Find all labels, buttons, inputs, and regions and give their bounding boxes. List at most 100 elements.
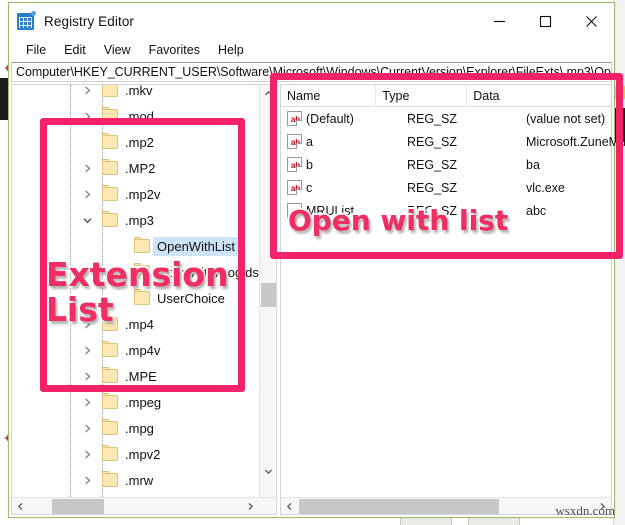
tree-hscrollbar-thumb[interactable] <box>52 499 104 514</box>
cell-type: REG_SZ <box>407 111 458 126</box>
column-header-type[interactable]: Type <box>376 85 468 107</box>
tree-item-mpeg[interactable]: .mpeg <box>12 389 259 415</box>
values-hscrollbar-thumb[interactable] <box>299 499 499 514</box>
folder-icon <box>102 107 118 123</box>
watermark: wsxdn.com <box>555 503 615 518</box>
scroll-down-arrow-icon[interactable] <box>260 463 277 480</box>
close-button[interactable] <box>568 3 614 39</box>
folder-icon <box>102 315 118 331</box>
menu-item-edit[interactable]: Edit <box>55 42 95 58</box>
tree-item-label: .mkv <box>125 85 153 98</box>
menu-item-help[interactable]: Help <box>209 42 253 58</box>
column-header-data[interactable]: Data <box>467 85 611 107</box>
tree-item-mpv2[interactable]: .mpv2 <box>12 441 259 467</box>
tree-item-mp2[interactable]: .MP2 <box>12 155 259 181</box>
table-row[interactable]: ab b REG_SZ ba <box>281 153 611 176</box>
tree-item-mp4[interactable]: .mp4 <box>12 311 259 337</box>
string-value-icon: ab <box>287 157 302 172</box>
chevron-right-icon[interactable] <box>80 311 94 337</box>
tree-item-mpg[interactable]: .mpg <box>12 415 259 441</box>
tree-item-mkv[interactable]: .mkv <box>12 85 259 103</box>
chevron-right-icon[interactable] <box>80 441 94 467</box>
title-bar: Registry Editor <box>9 3 614 39</box>
cell-data: (value not set) <box>526 111 606 126</box>
chevron-right-icon[interactable] <box>80 103 94 129</box>
chevron-right-icon[interactable] <box>80 363 94 389</box>
tree-item-mp2[interactable]: .mp2 <box>12 129 259 155</box>
background-right-tab <box>615 86 625 99</box>
cell-type: REG_SZ <box>407 157 458 172</box>
window-title: Registry Editor <box>44 13 135 29</box>
values-scroll-left-arrow-icon[interactable] <box>281 498 298 515</box>
tree-item-userchoice[interactable]: UserChoice <box>12 285 259 311</box>
tree-item-label: .mpg <box>125 420 154 436</box>
key-tree-pane: .mkv .mod .mp2 .MP2 .mp2v .mp3 OpenWithList Ope… <box>11 84 277 515</box>
folder-icon <box>102 471 118 487</box>
column-header-name[interactable]: Name <box>281 85 377 107</box>
tree-item-openwithprogids[interactable]: OpenWithProgids <box>12 259 259 285</box>
folder-icon <box>102 445 118 461</box>
chevron-right-icon[interactable] <box>80 415 94 441</box>
tree-scrollbar-thumb[interactable] <box>261 283 276 307</box>
tree-item-mp4v[interactable]: .mp4v <box>12 337 259 363</box>
chevron-down-icon[interactable] <box>80 207 94 233</box>
tree-item-mod[interactable]: .mod <box>12 103 259 129</box>
tree-horizontal-scrollbar[interactable] <box>12 497 276 514</box>
tree-item-label: .mp3 <box>125 212 154 228</box>
cell-name: MRUList <box>306 203 354 218</box>
tree-item-label: .mpeg <box>125 394 162 410</box>
folder-icon <box>102 367 118 383</box>
cell-name: (Default) <box>306 111 354 126</box>
minimize-button[interactable] <box>476 3 522 39</box>
chevron-right-icon[interactable] <box>80 467 94 493</box>
cell-data: Microsoft.ZuneMu <box>526 134 625 149</box>
tree-item-openwithlist[interactable]: OpenWithList <box>12 233 259 259</box>
scroll-up-arrow-icon[interactable] <box>260 85 277 102</box>
table-row[interactable]: ab MRUList REG_SZ abc <box>281 199 611 222</box>
string-value-icon: ab <box>287 203 302 218</box>
folder-icon <box>134 289 150 305</box>
table-row[interactable]: ab c REG_SZ vlc.exe <box>281 176 611 199</box>
tree-item-label: .mp4 <box>125 316 154 332</box>
cell-name: c <box>306 180 313 195</box>
window-controls <box>476 3 614 39</box>
cell-type: REG_SZ <box>407 180 458 195</box>
string-value-icon: ab <box>287 180 302 195</box>
folder-icon <box>102 185 118 201</box>
tree-item-label: .mp4v <box>125 342 161 358</box>
scroll-left-arrow-icon[interactable] <box>12 498 29 515</box>
folder-icon <box>134 263 150 279</box>
tree-item-label: OpenWithProgids <box>157 264 259 280</box>
values-list-body[interactable]: ab (Default) REG_SZ (value not set) ab a REG_S… <box>281 107 625 497</box>
chevron-right-icon[interactable] <box>80 181 94 207</box>
menu-item-view[interactable]: View <box>95 42 140 58</box>
maximize-button[interactable] <box>522 3 568 39</box>
folder-icon <box>102 159 118 175</box>
scroll-right-arrow-icon[interactable] <box>242 498 259 515</box>
tree-item-label: .MP2 <box>125 160 156 176</box>
string-value-icon: ab <box>287 111 302 126</box>
tree-item-label: .mod <box>125 108 154 124</box>
tree-item-mpe[interactable]: .MPE <box>12 363 259 389</box>
cell-name: b <box>306 157 313 172</box>
folder-icon <box>102 133 118 149</box>
registry-editor-icon <box>17 10 36 30</box>
address-bar[interactable]: Computer\HKEY_CURRENT_USER\Software\Micr… <box>11 62 612 82</box>
chevron-right-icon[interactable] <box>80 85 94 103</box>
folder-icon <box>102 85 118 97</box>
tree-item-mp2v[interactable]: .mp2v <box>12 181 259 207</box>
tree-item-mrw[interactable]: .mrw <box>12 467 259 493</box>
menu-item-favorites[interactable]: Favorites <box>140 42 209 58</box>
cell-name: a <box>306 134 313 149</box>
tree-item-label: .mp2v <box>125 186 161 202</box>
chevron-right-icon[interactable] <box>80 389 94 415</box>
key-tree[interactable]: .mkv .mod .mp2 .MP2 .mp2v .mp3 OpenWithList Ope… <box>12 85 259 497</box>
tree-item-label: UserChoice <box>157 290 225 306</box>
tree-item-mp3[interactable]: .mp3 <box>12 207 259 233</box>
menu-item-file[interactable]: File <box>17 42 55 58</box>
table-row[interactable]: ab a REG_SZ Microsoft.ZuneMu <box>281 130 625 153</box>
chevron-right-icon[interactable] <box>80 337 94 363</box>
table-row[interactable]: ab (Default) REG_SZ (value not set) <box>281 107 611 130</box>
tree-vertical-scrollbar[interactable] <box>259 85 276 497</box>
chevron-right-icon[interactable] <box>80 155 94 181</box>
